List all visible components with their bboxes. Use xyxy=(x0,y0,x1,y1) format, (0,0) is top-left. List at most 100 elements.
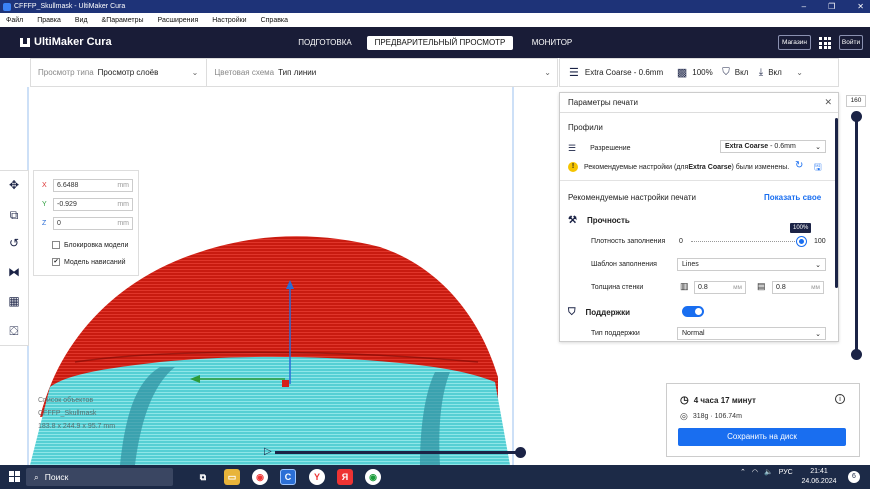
close-icon[interactable]: ✕ xyxy=(824,97,832,108)
notification-badge[interactable]: 6 xyxy=(848,471,860,483)
layer-slider-track[interactable] xyxy=(855,112,858,355)
save-to-disk-button[interactable]: Сохранить на диск xyxy=(678,428,846,446)
info-icon[interactable]: i xyxy=(835,394,845,404)
window-titlebar: CFFFP_Skullmask - UltiMaker Cura – ❐ ✕ xyxy=(0,0,870,13)
drop-model-label: Модель нависаний xyxy=(64,258,126,266)
toggle-knob xyxy=(695,308,702,315)
support-summary: Вкл xyxy=(734,68,749,77)
menu-file[interactable]: Файл xyxy=(6,17,23,24)
wall-value: 0.8 xyxy=(698,284,708,291)
z-input[interactable]: 0 mm xyxy=(53,217,133,230)
infill-slider-handle[interactable] xyxy=(797,237,806,246)
marketplace-button[interactable]: Магазин xyxy=(778,35,811,50)
object-list-header[interactable]: Список объектов xyxy=(38,394,115,407)
yandex-icon[interactable]: Я xyxy=(337,469,353,485)
menu-help[interactable]: Справка xyxy=(261,17,288,24)
color-scheme-select[interactable]: Тип линии xyxy=(278,68,544,77)
top-bottom-icon: ▤ xyxy=(757,281,766,291)
taskbar-clock[interactable]: 21:41 24.06.2024 xyxy=(799,467,839,487)
move-tool-icon[interactable]: ✥ xyxy=(5,176,23,194)
tab-preview[interactable]: ПРЕДВАРИТЕЛЬНЫЙ ПРОСМОТР xyxy=(367,36,513,50)
layer-number-input[interactable]: 160 xyxy=(846,95,866,107)
top-bottom-value: 0.8 xyxy=(776,284,786,291)
infill-pattern-select[interactable]: Lines ⌄ xyxy=(677,258,826,271)
y-input[interactable]: -0.929 mm xyxy=(53,198,133,211)
minimize-button[interactable]: – xyxy=(802,2,806,11)
checkbox-unchecked[interactable] xyxy=(52,241,60,249)
apps-grid-icon[interactable] xyxy=(819,37,831,49)
print-setup-bar[interactable]: ☰ Extra Coarse - 0.6mm ▩ 100% ⛉ Вкл ⤓ Вк… xyxy=(559,58,839,87)
login-button[interactable]: Войти xyxy=(839,35,863,50)
wall-thickness-input[interactable]: 0.8 мм xyxy=(694,281,746,294)
cura-taskbar-icon[interactable]: C xyxy=(280,469,296,485)
save-profile-icon[interactable]: 🖫 xyxy=(814,160,822,176)
file-explorer-icon[interactable]: ▭ xyxy=(224,469,240,485)
z-unit: mm xyxy=(117,220,129,227)
tab-prepare[interactable]: ПОДГОТОВКА xyxy=(290,36,360,50)
network-icon[interactable]: ◠ xyxy=(752,468,758,476)
per-model-settings-icon[interactable]: ▦ xyxy=(5,292,23,310)
chevron-down-icon: ⌄ xyxy=(815,261,821,269)
view-type-select[interactable]: Просмотр слоёв xyxy=(98,68,192,77)
support-type-select[interactable]: Normal ⌄ xyxy=(677,327,826,340)
profile-summary: Extra Coarse - 0.6mm xyxy=(584,68,664,77)
windows-start-icon[interactable] xyxy=(9,471,20,482)
volume-icon[interactable]: 🔈 xyxy=(764,468,773,476)
support-toggle[interactable] xyxy=(682,306,704,317)
chevron-down-icon[interactable]: ⌄ xyxy=(192,68,199,77)
infill-slider-track[interactable] xyxy=(691,241,803,242)
adhesion-icon: ⤓ xyxy=(758,67,764,78)
lock-model-checkbox[interactable]: Блокировка модели xyxy=(52,241,128,249)
infill-pattern-label: Шаблон заполнения xyxy=(591,261,657,268)
object-list: Список объектов CFFFP_Skullmask 183.8 x … xyxy=(38,394,115,433)
maximize-button[interactable]: ❐ xyxy=(828,2,835,11)
infill-density-label: Плотность заполнения xyxy=(591,238,666,245)
resolution-select[interactable]: Extra Coarse - 0.6mm ⌄ xyxy=(720,140,826,153)
menu-extensions[interactable]: Расширения xyxy=(158,17,199,24)
task-view-icon[interactable]: ⧉ xyxy=(195,469,211,485)
menu-view[interactable]: Вид xyxy=(75,17,88,24)
rotate-tool-icon[interactable]: ↺ xyxy=(5,234,23,252)
window-title: CFFFP_Skullmask - UltiMaker Cura xyxy=(14,3,126,10)
path-slider-handle[interactable] xyxy=(515,447,526,458)
support-blocker-icon[interactable]: ⛋ xyxy=(5,322,23,340)
reset-icon[interactable]: ↻ xyxy=(795,160,803,171)
view-type-label: Просмотр типа xyxy=(38,68,94,77)
mirror-tool-icon[interactable]: ⧓ xyxy=(5,263,23,281)
x-input[interactable]: 6.6488 mm xyxy=(53,179,133,192)
resolution-row: ☰ Разрешение xyxy=(568,143,631,154)
top-bottom-input[interactable]: 0.8 мм xyxy=(772,281,824,294)
drop-model-checkbox[interactable]: ✔ Модель нависаний xyxy=(52,258,126,266)
tab-monitor[interactable]: МОНИТОР xyxy=(522,36,582,50)
show-custom-button[interactable]: Показать свое xyxy=(764,193,821,202)
language-indicator[interactable]: РУС xyxy=(779,469,793,476)
layer-slider-bottom-handle[interactable] xyxy=(851,349,862,360)
object-name[interactable]: CFFFP_Skullmask xyxy=(38,407,115,420)
lock-model-label: Блокировка модели xyxy=(64,241,129,249)
chrome-icon[interactable]: ◉ xyxy=(252,469,268,485)
layer-slider-top-handle[interactable] xyxy=(851,111,862,122)
yandex-browser-icon[interactable]: Y xyxy=(309,469,325,485)
close-window-button[interactable]: ✕ xyxy=(857,2,864,11)
profile-warning: ! Рекомендуемые настройки (для Extra Coa… xyxy=(568,162,789,172)
play-icon[interactable]: ▷ xyxy=(264,446,272,457)
path-slider-track[interactable] xyxy=(275,451,520,454)
x-unit: mm xyxy=(117,182,129,189)
chevron-up-icon[interactable]: ⌃ xyxy=(740,468,746,476)
hammer-icon: ⚒ xyxy=(568,215,577,226)
z-value: 0 xyxy=(57,220,61,227)
menu-settings[interactable]: &Параметры xyxy=(102,17,144,24)
checkmark-icon[interactable]: ✔ xyxy=(52,258,60,266)
panel-title: Параметры печати xyxy=(568,98,638,107)
infill-pattern-value: Lines xyxy=(682,261,699,268)
scale-tool-icon[interactable]: ⧉ xyxy=(5,206,23,224)
chrome-alt-icon[interactable]: ◉ xyxy=(365,469,381,485)
panel-scrollbar[interactable] xyxy=(835,118,838,288)
menu-preferences[interactable]: Настройки xyxy=(212,17,246,24)
chevron-down-icon[interactable]: ⌄ xyxy=(544,68,551,77)
strength-label: Прочность xyxy=(586,216,630,225)
chevron-down-icon[interactable]: ⌄ xyxy=(796,68,803,77)
taskbar-search[interactable]: ⌕ Поиск xyxy=(26,468,173,486)
menu-edit[interactable]: Правка xyxy=(37,17,61,24)
material-usage: 318g · 106.74m xyxy=(692,413,742,420)
